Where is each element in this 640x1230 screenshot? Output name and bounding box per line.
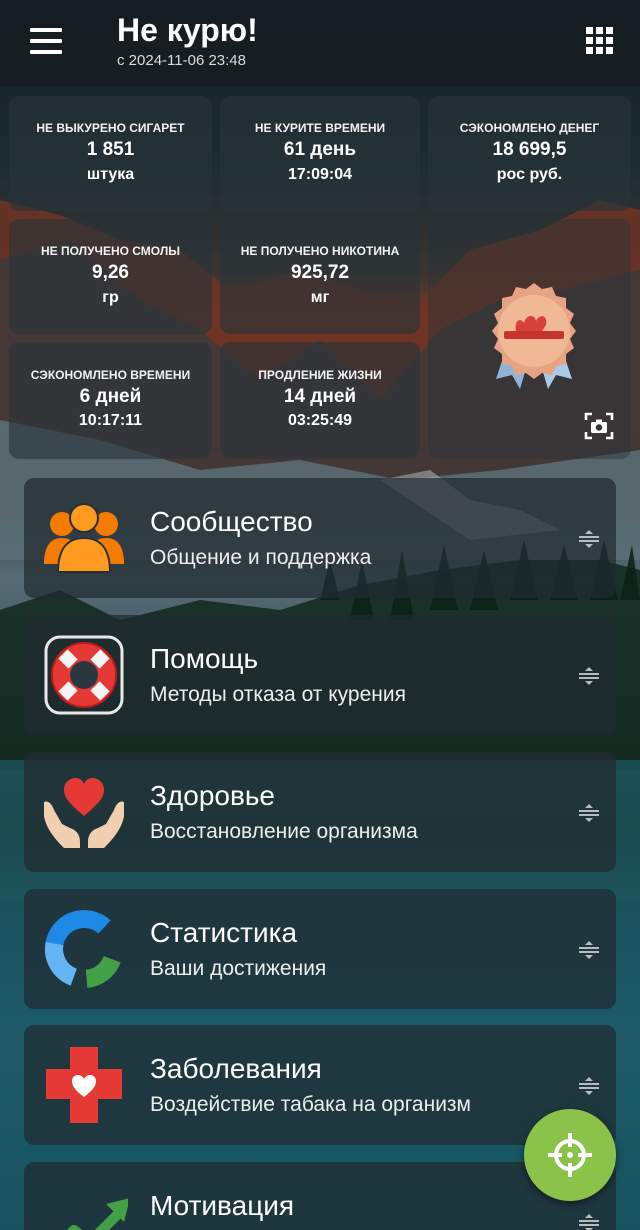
- stat-unit: штука: [86, 166, 135, 183]
- menu-card-statistics[interactable]: Статистика Ваши достижения: [24, 889, 616, 1009]
- stat-tile-tar[interactable]: НЕ ПОЛУЧЕНО СМОЛЫ 9,26 гр: [9, 219, 212, 334]
- locate-fab-button[interactable]: [524, 1109, 616, 1201]
- stat-tile-smoke-free-time[interactable]: НЕ КУРИТЕ ВРЕМЕНИ 61 день 17:09:04: [220, 96, 420, 211]
- menu-card-title: Сообщество: [150, 506, 313, 537]
- drag-handle-icon[interactable]: [578, 530, 600, 548]
- stat-unit: мг: [310, 289, 330, 306]
- menu-card-help[interactable]: Помощь Методы отказа от курения: [24, 615, 616, 735]
- app-title: Не курю!: [117, 12, 258, 48]
- donut-chart-icon: [45, 910, 124, 988]
- community-people-icon: [44, 503, 124, 573]
- menu-card-subtitle: Ваши достижения: [150, 957, 327, 980]
- menu-card-subtitle: Методы отказа от курения: [150, 683, 406, 706]
- menu-card-title: Заболевания: [150, 1053, 322, 1084]
- drag-handle-icon[interactable]: [578, 1214, 600, 1230]
- menu-card-title: Статистика: [150, 917, 298, 948]
- hamburger-menu-icon[interactable]: [24, 24, 66, 58]
- stat-value: 18 699,5: [492, 139, 567, 160]
- drag-handle-icon[interactable]: [578, 667, 600, 685]
- menu-card-community[interactable]: Сообщество Общение и поддержка: [24, 478, 616, 598]
- lifebuoy-icon: [44, 635, 124, 715]
- stat-label: СЭКОНОМЛЕНО ДЕНЕГ: [459, 121, 600, 135]
- stat-label: НЕ ВЫКУРЕНО СИГАРЕТ: [36, 121, 185, 135]
- stat-tile-nicotine[interactable]: НЕ ПОЛУЧЕНО НИКОТИНА 925,72 мг: [220, 219, 420, 334]
- menu-card-health[interactable]: Здоровье Восстановление организма: [24, 752, 616, 872]
- stat-label: НЕ ПОЛУЧЕНО НИКОТИНА: [240, 244, 400, 258]
- heart-hands-icon: [44, 778, 124, 848]
- menu-card-subtitle: Общение и поддержка: [150, 546, 372, 569]
- stat-tile-time-saved[interactable]: СЭКОНОМЛЕНО ВРЕМЕНИ 6 дней 10:17:11: [9, 342, 212, 459]
- menu-card-title: Помощь: [150, 643, 259, 674]
- medical-cross-icon: [46, 1047, 122, 1123]
- menu-card-title: Мотивация: [150, 1190, 295, 1221]
- stat-label: СЭКОНОМЛЕНО ВРЕМЕНИ: [30, 368, 191, 382]
- stat-value: 1 851: [86, 139, 135, 160]
- stat-label: НЕ КУРИТЕ ВРЕМЕНИ: [254, 121, 386, 135]
- stat-unit: гр: [102, 289, 119, 306]
- stat-tile-money-saved[interactable]: СЭКОНОМЛЕНО ДЕНЕГ 18 699,5 рос руб.: [428, 96, 631, 211]
- drag-handle-icon[interactable]: [578, 941, 600, 959]
- menu-card-subtitle: Восстановление организма: [150, 820, 418, 843]
- stat-unit: рос руб.: [496, 166, 563, 183]
- stat-unit: 17:09:04: [287, 166, 353, 183]
- stat-value: 925,72: [290, 262, 350, 283]
- screenshot-camera-icon[interactable]: [584, 411, 614, 441]
- stat-unit: 10:17:11: [78, 412, 143, 429]
- menu-card-subtitle: Воздействие табака на организм: [150, 1093, 471, 1116]
- stat-unit: 03:25:49: [287, 412, 353, 429]
- achievement-badge-icon: [492, 283, 576, 389]
- drag-handle-icon[interactable]: [578, 804, 600, 822]
- stat-tile-cigarettes[interactable]: НЕ ВЫКУРЕНО СИГАРЕТ 1 851 штука: [9, 96, 212, 211]
- stat-value: 6 дней: [79, 386, 142, 407]
- stat-tile-life-extension[interactable]: ПРОДЛЕНИЕ ЖИЗНИ 14 дней 03:25:49: [220, 342, 420, 459]
- stat-value: 9,26: [92, 262, 129, 283]
- drag-handle-icon[interactable]: [578, 1077, 600, 1095]
- app-header: Не курю! с 2024-11-06 23:48: [0, 0, 640, 86]
- stat-value: 61 день: [283, 139, 357, 160]
- stat-label: ПРОДЛЕНИЕ ЖИЗНИ: [258, 368, 382, 382]
- grid-apps-icon[interactable]: [586, 27, 614, 55]
- menu-card-title: Здоровье: [150, 780, 276, 811]
- crosshair-target-icon: [548, 1133, 592, 1177]
- stat-value: 14 дней: [283, 386, 357, 407]
- growth-arrow-icon: [66, 1198, 128, 1230]
- stat-label: НЕ ПОЛУЧЕНО СМОЛЫ: [40, 244, 181, 258]
- quit-date-subtitle: с 2024-11-06 23:48: [117, 52, 246, 69]
